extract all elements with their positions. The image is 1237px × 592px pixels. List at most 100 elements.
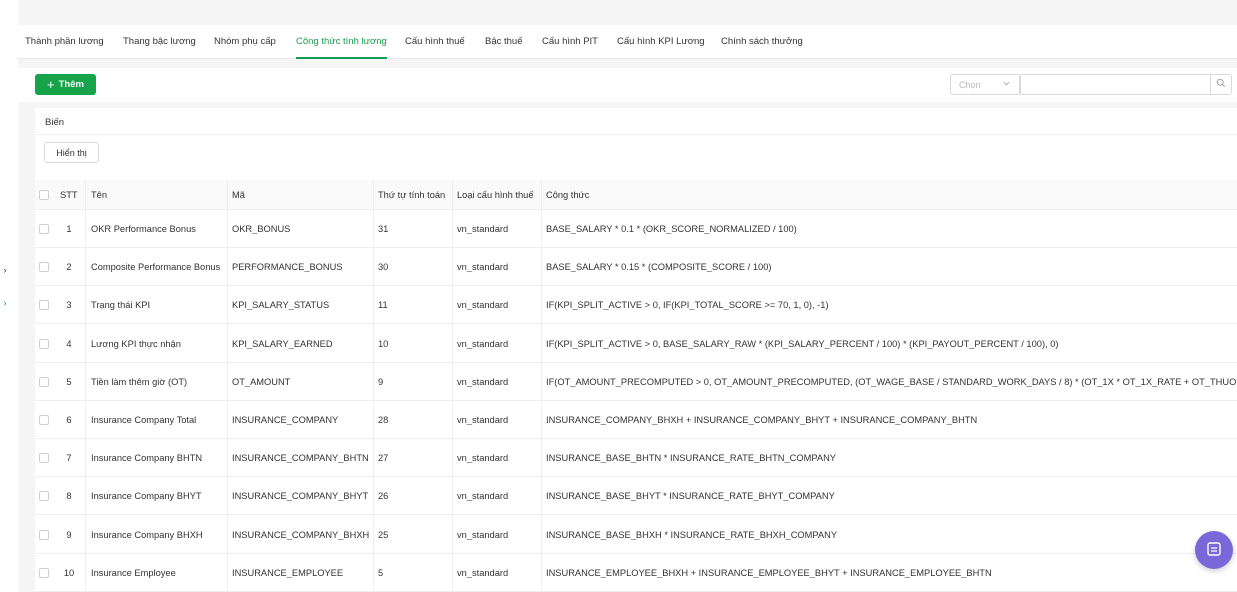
cell-code: KPI_SALARY_EARNED (232, 338, 333, 349)
table-row[interactable]: 2 Composite Performance Bonus PERFORMANCE_… (35, 248, 1237, 287)
column-divider (373, 553, 374, 592)
left-rail: › › (0, 0, 18, 592)
cell-name: Composite Performance Bonus (91, 262, 221, 273)
tab-salary-scale[interactable]: Thang bậc lương (123, 36, 196, 59)
table-row[interactable]: 5 Tiền làm thêm giờ (OT) OT_AMOUNT 9 vn_stan… (35, 362, 1237, 401)
cell-formula: IF(KPI_SPLIT_ACTIVE > 0, IF(KPI_TOTAL_SC… (546, 300, 829, 311)
cell-stt: 8 (66, 491, 72, 502)
column-divider (85, 401, 86, 439)
row-checkbox[interactable] (39, 415, 49, 425)
filter-select[interactable]: Chọn (950, 74, 1020, 95)
cell-formula: BASE_SALARY * 0.1 * (OKR_SCORE_NORMALIZE… (546, 224, 797, 234)
column-divider (373, 515, 374, 554)
row-checkbox[interactable] (39, 262, 49, 273)
cell-code: INSURANCE_COMPANY_BHYT (232, 491, 369, 502)
column-divider (227, 324, 228, 363)
feedback-icon (1206, 541, 1222, 560)
table-row[interactable]: 1 OKR Performance Bonus OKR_BONUS 31 vn_stan… (35, 210, 1237, 248)
row-checkbox[interactable] (39, 453, 49, 464)
feedback-button[interactable] (1195, 531, 1233, 569)
column-divider (452, 401, 453, 439)
column-divider (452, 248, 453, 287)
cell-order: 10 (378, 338, 389, 349)
table-row[interactable]: 8 Insurance Company BHYT INSURANCE_COMPANY… (35, 477, 1237, 516)
tab-tax-config[interactable]: Cấu hình thuế (405, 36, 465, 59)
column-divider (541, 401, 542, 439)
row-checkbox[interactable] (39, 491, 49, 502)
header-stt: STT (60, 190, 78, 200)
cell-tax-type: vn_standard (457, 491, 509, 502)
cell-code: OKR_BONUS (232, 224, 291, 234)
table-row[interactable]: 7 Insurance Company BHTN INSURANCE_COMPANY… (35, 439, 1237, 478)
column-divider (541, 210, 542, 248)
row-checkbox[interactable] (39, 224, 49, 234)
select-all-checkbox[interactable] (39, 190, 49, 200)
tab-pit-config[interactable]: Cấu hình PIT (542, 36, 598, 59)
cell-name: Insurance Company BHTN (91, 453, 203, 464)
cell-stt: 6 (66, 415, 72, 425)
cell-order: 11 (378, 300, 388, 311)
cell-tax-type: vn_standard (457, 415, 509, 425)
column-divider (373, 477, 374, 516)
variables-header: Biến (35, 108, 1237, 135)
cell-code: OT_AMOUNT (232, 376, 291, 387)
table-row[interactable]: 9 Insurance Company BHXH INSURANCE_COMPANY… (35, 515, 1237, 554)
cell-name: Insurance Company BHXH (91, 529, 203, 540)
add-button[interactable]: + Thêm (35, 74, 96, 95)
column-divider (85, 324, 86, 363)
column-divider (85, 210, 86, 248)
cell-name: Insurance Company Total (91, 415, 197, 425)
table-row[interactable]: 6 Insurance Company Total INSURANCE_COMPAN… (35, 401, 1237, 439)
row-checkbox[interactable] (39, 300, 49, 311)
row-checkbox[interactable] (39, 338, 49, 349)
tab-salary-components[interactable]: Thành phần lương (25, 36, 104, 59)
cell-stt: 2 (66, 262, 72, 273)
tab-kpi-salary-config[interactable]: Cấu hình KPI Lương (617, 36, 705, 59)
column-divider (452, 362, 453, 401)
column-divider (541, 477, 542, 516)
header-order: Thứ tự tính toán (378, 190, 446, 200)
tab-bonus-policy[interactable]: Chính sách thưởng (721, 36, 803, 59)
cell-code: INSURANCE_COMPANY (232, 415, 339, 425)
cell-stt: 5 (66, 376, 72, 387)
row-checkbox[interactable] (39, 567, 49, 578)
column-divider (452, 180, 453, 210)
cell-stt: 4 (66, 338, 72, 349)
column-divider (85, 477, 86, 516)
chevron-right-icon[interactable]: › (0, 265, 10, 275)
row-checkbox[interactable] (39, 376, 49, 387)
column-divider (452, 324, 453, 363)
cell-formula: BASE_SALARY * 0.15 * (COMPOSITE_SCORE / … (546, 262, 772, 273)
tab-tax-brackets[interactable]: Bậc thuế (485, 36, 523, 59)
tab-allowance-group[interactable]: Nhóm phụ cấp (214, 36, 276, 59)
cell-stt: 1 (66, 224, 72, 234)
tab-salary-formula[interactable]: Công thức tính lương (296, 36, 387, 59)
filter-select-placeholder: Chọn (959, 79, 981, 90)
toolbar: + Thêm Chọn (18, 68, 1237, 102)
cell-tax-type: vn_standard (457, 300, 509, 311)
search-icon (1216, 78, 1226, 91)
show-variables-button[interactable]: Hiển thị (44, 142, 99, 163)
column-divider (373, 210, 374, 248)
chevron-down-icon (1002, 79, 1011, 90)
column-divider (541, 286, 542, 325)
table-row[interactable]: 4 Lương KPI thực nhận KPI_SALARY_EARNED 10 v… (35, 324, 1237, 363)
row-checkbox[interactable] (39, 529, 49, 540)
plus-icon: + (47, 77, 55, 92)
column-divider (227, 515, 228, 554)
chevron-right-icon[interactable]: › (0, 298, 10, 308)
cell-name: Lương KPI thực nhận (91, 338, 181, 349)
cell-formula: INSURANCE_BASE_BHXH * INSURANCE_RATE_BHX… (546, 529, 838, 540)
column-divider (452, 477, 453, 516)
cell-order: 31 (378, 224, 389, 234)
search-input[interactable] (1020, 74, 1211, 95)
formula-panel: Biến Hiển thị STT Tên Mã Thứ tự tính toá… (35, 108, 1237, 592)
search-button[interactable] (1211, 74, 1232, 95)
tab-bar: Thành phần lương Thang bậc lương Nhóm ph… (18, 25, 1237, 59)
column-divider (227, 401, 228, 439)
cell-name: OKR Performance Bonus (91, 224, 196, 234)
column-divider (227, 439, 228, 478)
column-divider (541, 439, 542, 478)
table-row[interactable]: 10 Insurance Employee INSURANCE_EMPLOYEE 5 v… (35, 553, 1237, 592)
table-row[interactable]: 3 Trạng thái KPI KPI_SALARY_STATUS 11 vn_sta… (35, 286, 1237, 325)
